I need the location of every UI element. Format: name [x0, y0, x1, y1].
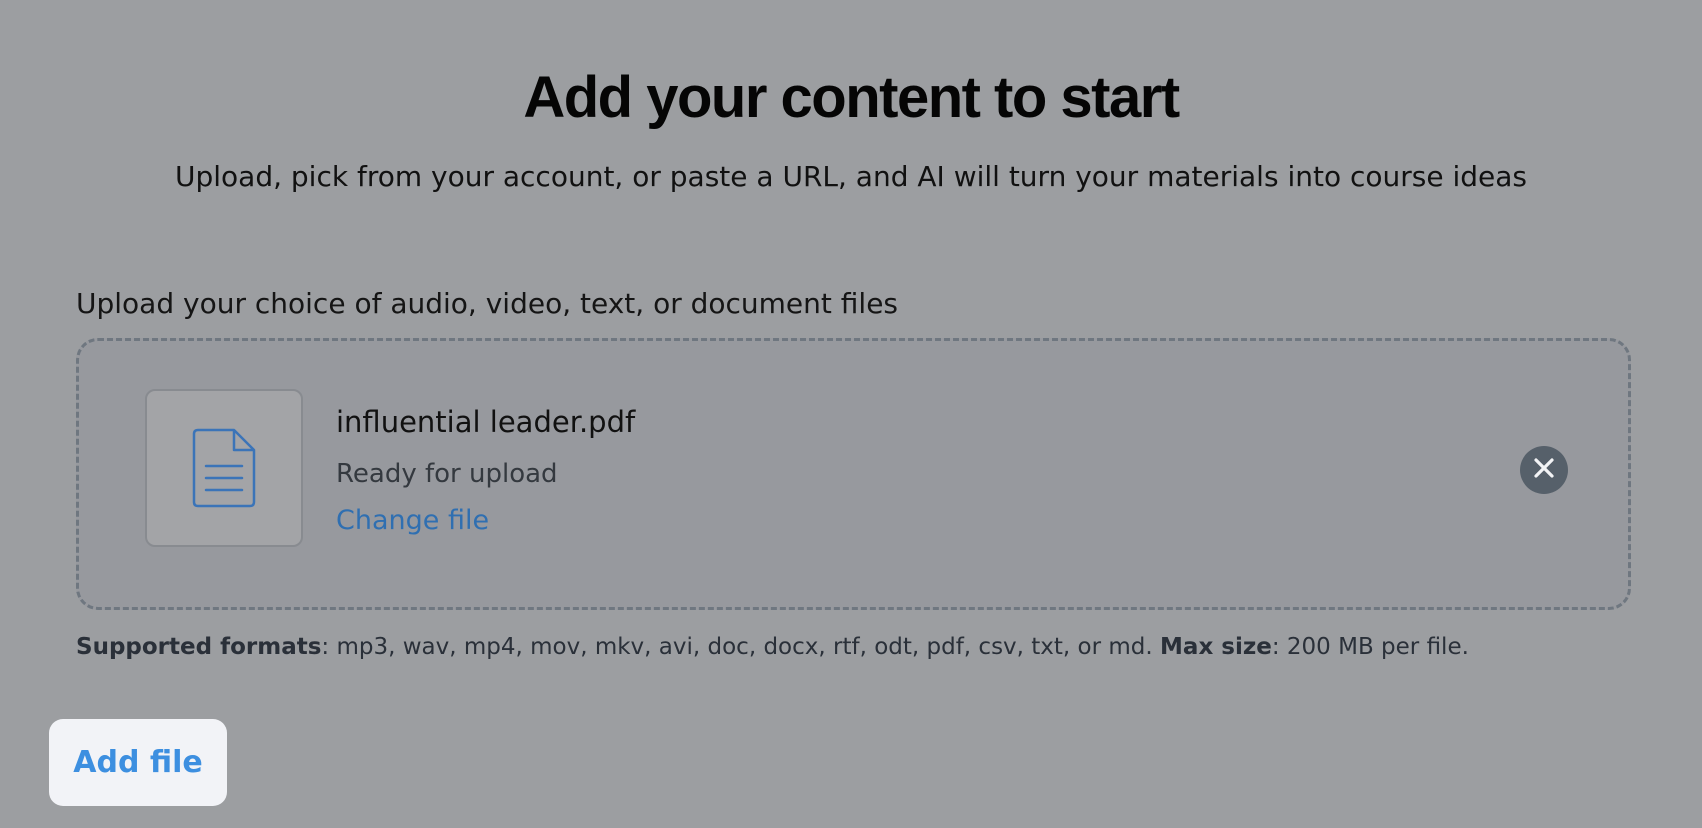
close-icon	[1533, 457, 1555, 483]
upload-section-label: Upload your choice of audio, video, text…	[76, 287, 899, 320]
file-status: Ready for upload	[336, 459, 558, 489]
supported-formats-list: : mp3, wav, mp4, mov, mkv, avi, doc, doc…	[321, 634, 1161, 660]
add-file-button[interactable]: Add file	[49, 719, 227, 806]
file-dropzone[interactable]	[76, 338, 1631, 610]
file-name: influential leader.pdf	[336, 405, 636, 439]
change-file-link[interactable]: Change file	[336, 503, 489, 539]
file-thumbnail	[145, 389, 303, 547]
supported-formats-label: Supported formats	[76, 634, 322, 660]
document-icon	[192, 428, 256, 508]
max-size-value: : 200 MB per file.	[1271, 634, 1469, 660]
page-subtitle: Upload, pick from your account, or paste…	[174, 160, 1527, 193]
supported-formats-note: Supported formats: mp3, wav, mp4, mov, m…	[76, 630, 1469, 664]
upload-page: Add your content to start Upload, pick f…	[0, 0, 1702, 828]
max-size-label: Max size	[1160, 634, 1272, 660]
page-title: Add your content to start	[523, 65, 1180, 130]
remove-file-button[interactable]	[1520, 446, 1568, 494]
